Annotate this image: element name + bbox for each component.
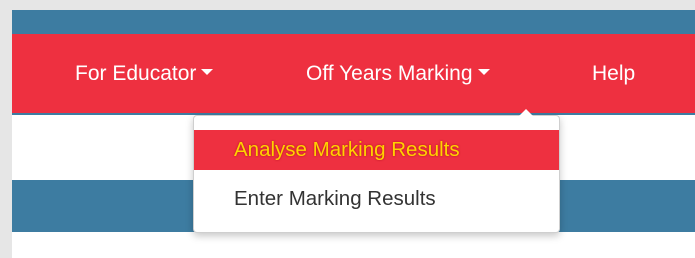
nav-off-years-marking-label: Off Years Marking bbox=[306, 62, 473, 85]
off-years-dropdown-menu: Analyse Marking Results Enter Marking Re… bbox=[193, 109, 560, 233]
caret-down-icon bbox=[201, 69, 214, 76]
menu-item-enter-label: Enter Marking Results bbox=[234, 187, 436, 210]
nav-help[interactable]: Help bbox=[592, 34, 635, 113]
nav-help-label: Help bbox=[592, 62, 636, 85]
app-window: For Educator Off Years Marking Help Anal… bbox=[12, 10, 695, 258]
menu-item-analyse-marking-results[interactable]: Analyse Marking Results bbox=[194, 130, 559, 170]
dropdown-pointer-arrow bbox=[519, 109, 533, 116]
menu-item-analyse-label: Analyse Marking Results bbox=[234, 138, 460, 161]
caret-down-icon bbox=[477, 69, 490, 76]
menu-item-enter-marking-results[interactable]: Enter Marking Results bbox=[194, 179, 559, 219]
nav-off-years-marking[interactable]: Off Years Marking bbox=[306, 34, 490, 113]
nav-for-educator[interactable]: For Educator bbox=[75, 34, 214, 113]
top-header-strip bbox=[12, 10, 695, 34]
main-navbar: For Educator Off Years Marking Help bbox=[12, 34, 695, 113]
nav-for-educator-label: For Educator bbox=[75, 62, 197, 85]
